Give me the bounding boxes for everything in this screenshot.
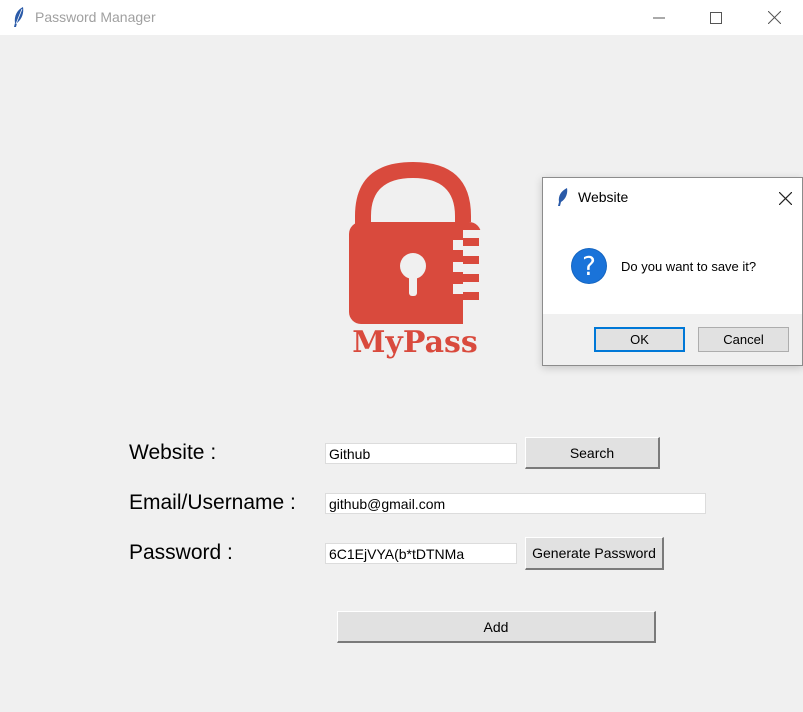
search-button[interactable]: Search xyxy=(525,437,660,469)
website-input[interactable] xyxy=(325,443,517,464)
dialog-title: Website xyxy=(578,189,629,205)
close-icon xyxy=(767,11,781,24)
maximize-icon xyxy=(710,11,722,24)
feather-icon xyxy=(14,7,24,27)
website-label: Website : xyxy=(129,441,217,464)
dialog-close-button[interactable] xyxy=(770,184,800,212)
close-button[interactable] xyxy=(745,0,803,35)
email-label: Email/Username : xyxy=(129,491,296,514)
dialog-message: Do you want to save it? xyxy=(621,259,757,274)
email-input[interactable] xyxy=(325,493,706,514)
password-input[interactable] xyxy=(325,543,517,564)
mypass-logo: MyPass xyxy=(349,162,485,360)
password-label: Password : xyxy=(129,541,233,564)
close-icon xyxy=(778,191,792,205)
add-button[interactable]: Add xyxy=(337,611,656,643)
question-icon: ? xyxy=(571,248,607,284)
window-title: Password Manager xyxy=(35,9,156,25)
title-bar: Password Manager xyxy=(0,0,803,35)
svg-text:?: ? xyxy=(582,252,596,282)
logo-text: MyPass xyxy=(352,325,478,360)
generate-password-button[interactable]: Generate Password xyxy=(525,537,664,570)
save-dialog: Website ? Do you want to save it? OK Can… xyxy=(542,177,803,366)
minimize-icon xyxy=(653,17,665,18)
ok-button[interactable]: OK xyxy=(594,327,685,352)
cancel-button[interactable]: Cancel xyxy=(698,327,789,352)
dialog-footer: OK Cancel xyxy=(543,314,802,365)
maximize-button[interactable] xyxy=(687,0,745,35)
minimize-button[interactable] xyxy=(630,0,688,35)
feather-icon xyxy=(558,188,568,206)
